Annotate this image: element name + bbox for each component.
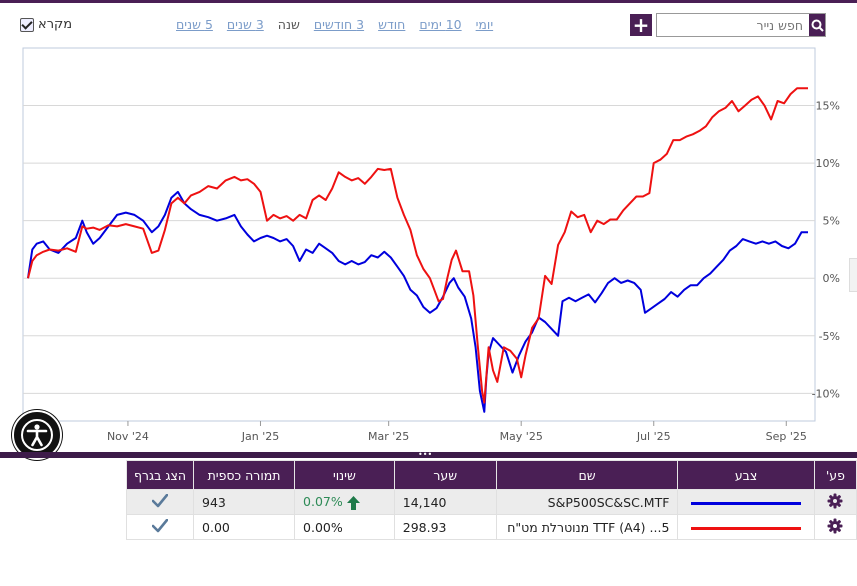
- top-border: [0, 0, 857, 3]
- checkmark-icon: [151, 518, 169, 532]
- table-row[interactable]: 5... TTF (A4) מנוטרלת מט"ח 298.93 0.00% …: [125, 514, 857, 540]
- header-name: שם: [495, 460, 679, 490]
- row-value: 0.00: [193, 514, 296, 540]
- search-box: [656, 13, 826, 37]
- row-change-value: 0.00%: [303, 519, 343, 535]
- time-range-selector: יומי 10 ימים חודש 3 חודשים שנה 3 שנים 5 …: [176, 17, 493, 32]
- add-security-button[interactable]: +: [630, 14, 652, 36]
- table-header-row: פע' צבע שם שער שינוי תמורה כספית הצג בגר…: [125, 460, 857, 490]
- row-name: 5... TTF (A4) מנוטרלת מט"ח: [495, 514, 679, 540]
- y-tick-label: 0%: [823, 272, 840, 285]
- search-button[interactable]: [809, 14, 825, 36]
- header-value: תמורה כספית: [193, 460, 296, 490]
- legend-label: מקרא: [38, 17, 73, 32]
- header-change: שינוי: [294, 460, 395, 490]
- row-show-in-chart-toggle[interactable]: [125, 489, 195, 515]
- accessibility-icon: [21, 419, 53, 451]
- row-change: 0.00%: [294, 514, 395, 540]
- header-price: שער: [393, 460, 497, 490]
- table-row[interactable]: S&P500SC&SC.MTF 14,140 0.07% 943: [125, 489, 857, 515]
- x-tick-label: Sep '25: [766, 430, 807, 443]
- securities-table-area: פע' צבע שם שער שינוי תמורה כספית הצג בגר…: [0, 458, 857, 586]
- x-tick-label: Mar '25: [368, 430, 409, 443]
- y-tick-label: 15%: [816, 100, 840, 113]
- toolbar: מקרא יומי 10 ימים חודש 3 חודשים שנה 3 שנ…: [0, 6, 857, 40]
- gear-icon: [827, 493, 843, 508]
- search-icon: [811, 19, 824, 32]
- chart-area: 15% 10% 5% 0% -5% -10% Nov '24 Jan '25 Mar '25 M…: [0, 40, 857, 452]
- row-name: S&P500SC&SC.MTF: [495, 489, 679, 515]
- y-tick-label: -10%: [812, 387, 840, 400]
- performance-chart: 15% 10% 5% 0% -5% -10% Nov '24 Jan '25 Mar '25 M…: [22, 47, 840, 443]
- legend-toggle[interactable]: מקרא: [20, 17, 72, 32]
- securities-table: פע' צבע שם שער שינוי תמורה כספית הצג בגר…: [125, 460, 857, 540]
- header-color: צבע: [677, 460, 815, 490]
- y-tick-label: -5%: [819, 330, 840, 343]
- range-year[interactable]: שנה: [278, 17, 300, 32]
- row-change-value: 0.07%: [303, 494, 343, 510]
- series-color-line: [691, 501, 802, 505]
- row-change: 0.07%: [294, 489, 395, 515]
- row-price: 14,140: [393, 489, 497, 515]
- header-settings: פע': [813, 460, 857, 490]
- x-tick-label: Nov '24: [107, 430, 149, 443]
- range-3-months[interactable]: 3 חודשים: [314, 17, 364, 32]
- row-price: 298.93: [393, 514, 497, 540]
- range-5-years[interactable]: 5 שנים: [176, 17, 213, 32]
- range-month[interactable]: חודש: [378, 17, 405, 32]
- checkmark-icon: [151, 493, 169, 507]
- arrow-up-icon: [346, 495, 360, 510]
- y-tick-label: 5%: [823, 215, 840, 228]
- header-show-in-chart: הצג בגרף: [125, 460, 195, 490]
- x-tick-label: May '25: [500, 430, 543, 443]
- row-color-swatch[interactable]: [677, 514, 815, 540]
- series-color-line: [691, 526, 802, 530]
- y-tick-label: 10%: [816, 157, 840, 170]
- gear-icon: [827, 518, 843, 533]
- range-daily[interactable]: יומי: [476, 17, 494, 32]
- range-10-days[interactable]: 10 ימים: [419, 17, 461, 32]
- range-3-years[interactable]: 3 שנים: [227, 17, 264, 32]
- row-show-in-chart-toggle[interactable]: [125, 514, 195, 540]
- legend-checkbox[interactable]: [20, 17, 34, 32]
- row-value: 943: [193, 489, 296, 515]
- side-panel-handle[interactable]: [849, 258, 857, 292]
- x-tick-label: Jul '25: [636, 430, 671, 443]
- plot-area: [22, 47, 816, 422]
- row-settings-button[interactable]: [813, 489, 857, 515]
- x-tick-label: Jan '25: [241, 430, 279, 443]
- row-settings-button[interactable]: [813, 514, 857, 540]
- search-input[interactable]: [657, 14, 809, 36]
- row-color-swatch[interactable]: [677, 489, 815, 515]
